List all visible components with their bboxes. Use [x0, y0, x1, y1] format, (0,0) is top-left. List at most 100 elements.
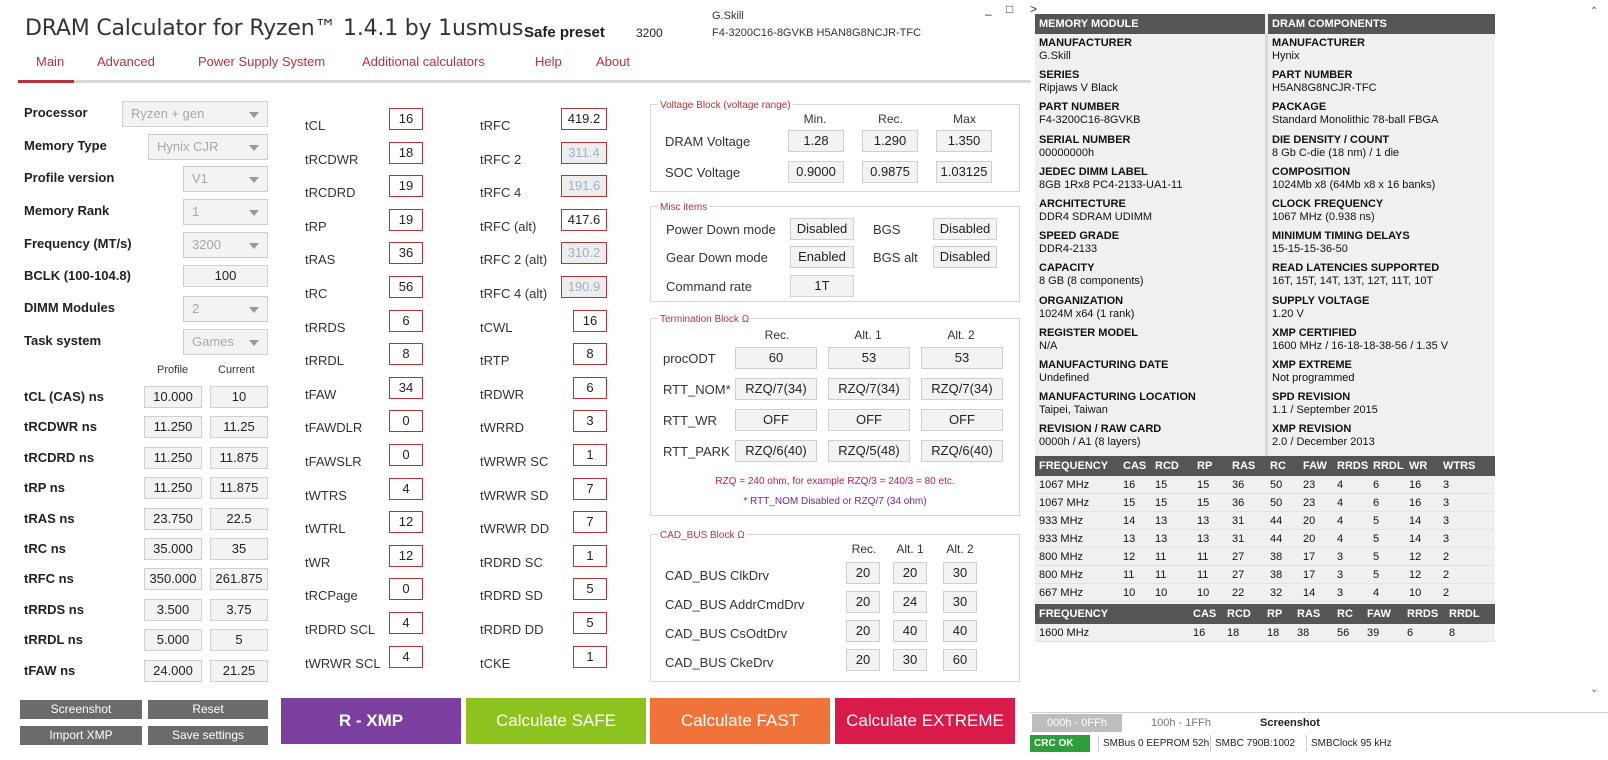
tab-advanced[interactable]: Advanced	[97, 54, 155, 69]
timing-value[interactable]: 8	[573, 343, 607, 366]
ns-profile-value: 23.750	[144, 507, 202, 530]
timing-value[interactable]: 12	[389, 544, 423, 567]
table-cell: 4	[1337, 497, 1344, 509]
timing-value[interactable]: 3	[573, 410, 607, 433]
ns-current-value[interactable]: 10	[210, 386, 268, 408]
profile-version-select[interactable]: V1	[183, 166, 268, 192]
cadbus-alt2-value: 30	[943, 591, 977, 613]
scroll-down-icon[interactable]: ⌄	[1590, 684, 1598, 695]
timing-value[interactable]: 34	[389, 376, 423, 399]
timing-value[interactable]: 417.6	[561, 208, 607, 231]
tab-main[interactable]: Main	[36, 54, 64, 69]
table-cell: 5	[1373, 569, 1380, 581]
timing-value[interactable]: 7	[573, 511, 607, 534]
timing-value[interactable]: 5	[573, 612, 607, 634]
timing-value[interactable]: 19	[389, 175, 423, 198]
r-xmp-button[interactable]: R - XMP	[281, 698, 461, 744]
timing-value[interactable]: 0	[389, 578, 423, 601]
ns-current-value[interactable]: 21.25	[210, 659, 268, 682]
ns-current-value[interactable]: 261.875	[210, 568, 268, 591]
spd-field: JEDEC DIMM LABEL 8GB 1Rx8 PC4-2133-UA1-11	[1039, 166, 1263, 192]
table-cell: 11	[1155, 551, 1167, 563]
cadbus-row-label: CAD_BUS CsOdtDrv	[665, 626, 788, 641]
tab-help[interactable]: Help	[535, 54, 562, 69]
spd-field: COMPOSITION 1024Mb x8 (64Mb x8 x 16 banks…	[1272, 166, 1494, 192]
timing-value[interactable]: 6	[389, 309, 423, 332]
ns-current-value[interactable]: 22.5	[210, 507, 268, 530]
table-column-header: RP	[1197, 460, 1213, 472]
task-system-select[interactable]: Games	[183, 329, 268, 355]
termination-row-label: procODT	[663, 351, 716, 366]
spd-field-key: REVISION / RAW CARD	[1039, 423, 1162, 436]
spd-field: ORGANIZATION 1024M x64 (1 rank)	[1039, 295, 1263, 321]
timing-value[interactable]: 16	[573, 309, 607, 332]
ns-current-value[interactable]: 11.875	[210, 477, 268, 500]
dimm-modules-select[interactable]: 2	[183, 296, 268, 322]
tab-power-supply-system[interactable]: Power Supply System	[198, 54, 325, 69]
timing-value[interactable]: 0	[389, 410, 423, 433]
timing-value: 311.4	[561, 141, 607, 164]
timing-value[interactable]: 4	[389, 612, 423, 634]
module-brand: G.Skill	[712, 10, 744, 22]
minimize-button[interactable]: _	[985, 2, 992, 16]
tab-screenshot[interactable]: Screenshot	[1240, 714, 1340, 732]
spd-field-key: DIE DENSITY / COUNT	[1272, 133, 1390, 146]
app-title: DRAM Calculator for Ryzen™ 1.4.1 by 1usm…	[25, 16, 524, 41]
frequency-select[interactable]: 3200	[183, 232, 268, 258]
calculate-extreme-button[interactable]: Calculate EXTREME	[835, 698, 1015, 744]
save-settings-button[interactable]: Save settings	[148, 726, 268, 745]
import-xmp-button[interactable]: Import XMP	[20, 726, 142, 745]
reset-button[interactable]: Reset	[148, 700, 268, 719]
ns-current-value[interactable]: 11.25	[210, 416, 268, 439]
termination-alt2-value: RZQ/6(40)	[921, 440, 1003, 462]
timing-value[interactable]: 8	[389, 343, 423, 366]
bclk-input[interactable]: 100	[183, 265, 268, 287]
timing-value[interactable]: 5	[573, 578, 607, 601]
processor-label: Processor	[24, 105, 88, 120]
screenshot-button[interactable]: Screenshot	[20, 700, 142, 719]
memory-type-select[interactable]: Hynix CJR	[148, 134, 268, 160]
timing-value[interactable]: 6	[573, 376, 607, 399]
tab-about[interactable]: About	[596, 54, 630, 69]
timing-value[interactable]: 1	[573, 645, 607, 668]
table-cell: 36	[1232, 479, 1245, 491]
timing-value[interactable]: 56	[389, 276, 423, 298]
timing-value[interactable]: 1	[573, 444, 607, 466]
spd-field: XMP EXTREME Not programmed	[1272, 359, 1494, 385]
tab-additional-calculators[interactable]: Additional calculators	[362, 54, 485, 69]
ns-current-value[interactable]: 3.75	[210, 598, 268, 621]
cadbus-alt2-value: 30	[943, 562, 977, 584]
timing-value[interactable]: 19	[389, 208, 423, 231]
ns-current-value[interactable]: 5	[210, 629, 268, 652]
timing-label: tRCDRD	[305, 185, 356, 201]
timing-value[interactable]: 1	[573, 544, 607, 567]
table-cell: 1067 MHz	[1039, 479, 1090, 491]
spd-field-key: SPD REVISION	[1272, 391, 1351, 404]
table-cell: 32	[1270, 587, 1283, 599]
calculate-fast-button[interactable]: Calculate FAST	[650, 698, 830, 744]
processor-select[interactable]: Ryzen + gen	[122, 101, 268, 127]
timing-value[interactable]: 4	[389, 477, 423, 500]
timing-value[interactable]: 419.2	[561, 108, 607, 130]
timing-value[interactable]: 16	[389, 108, 423, 130]
maximize-button[interactable]: □	[1006, 2, 1013, 16]
tab-eeprom-000-0ff[interactable]: 000h - 0FFh	[1032, 714, 1122, 732]
soc-voltage-min: 0.9000	[788, 161, 844, 183]
timing-value[interactable]: 18	[389, 141, 423, 164]
timing-value[interactable]: 0	[389, 444, 423, 466]
table-column-header: WTRS	[1443, 460, 1476, 472]
timing-value[interactable]: 7	[573, 477, 607, 500]
cadbus-alt1-value: 24	[893, 591, 927, 613]
tab-eeprom-100-1ff[interactable]: 100h - 1FFh	[1136, 714, 1226, 732]
ns-current-value[interactable]: 35	[210, 538, 268, 560]
scroll-up-icon[interactable]: ⌃	[1590, 6, 1598, 17]
spd-field-value: Not programmed	[1272, 372, 1355, 384]
timing-value[interactable]: 4	[389, 645, 423, 668]
timing-value[interactable]: 36	[389, 242, 423, 265]
timing-value[interactable]: 12	[389, 511, 423, 534]
ns-current-value[interactable]: 11.875	[210, 446, 268, 469]
table-cell: 15	[1155, 479, 1168, 491]
table-cell: 667 MHz	[1039, 587, 1084, 599]
calculate-safe-button[interactable]: Calculate SAFE	[466, 698, 646, 744]
memory-rank-select[interactable]: 1	[183, 199, 268, 225]
